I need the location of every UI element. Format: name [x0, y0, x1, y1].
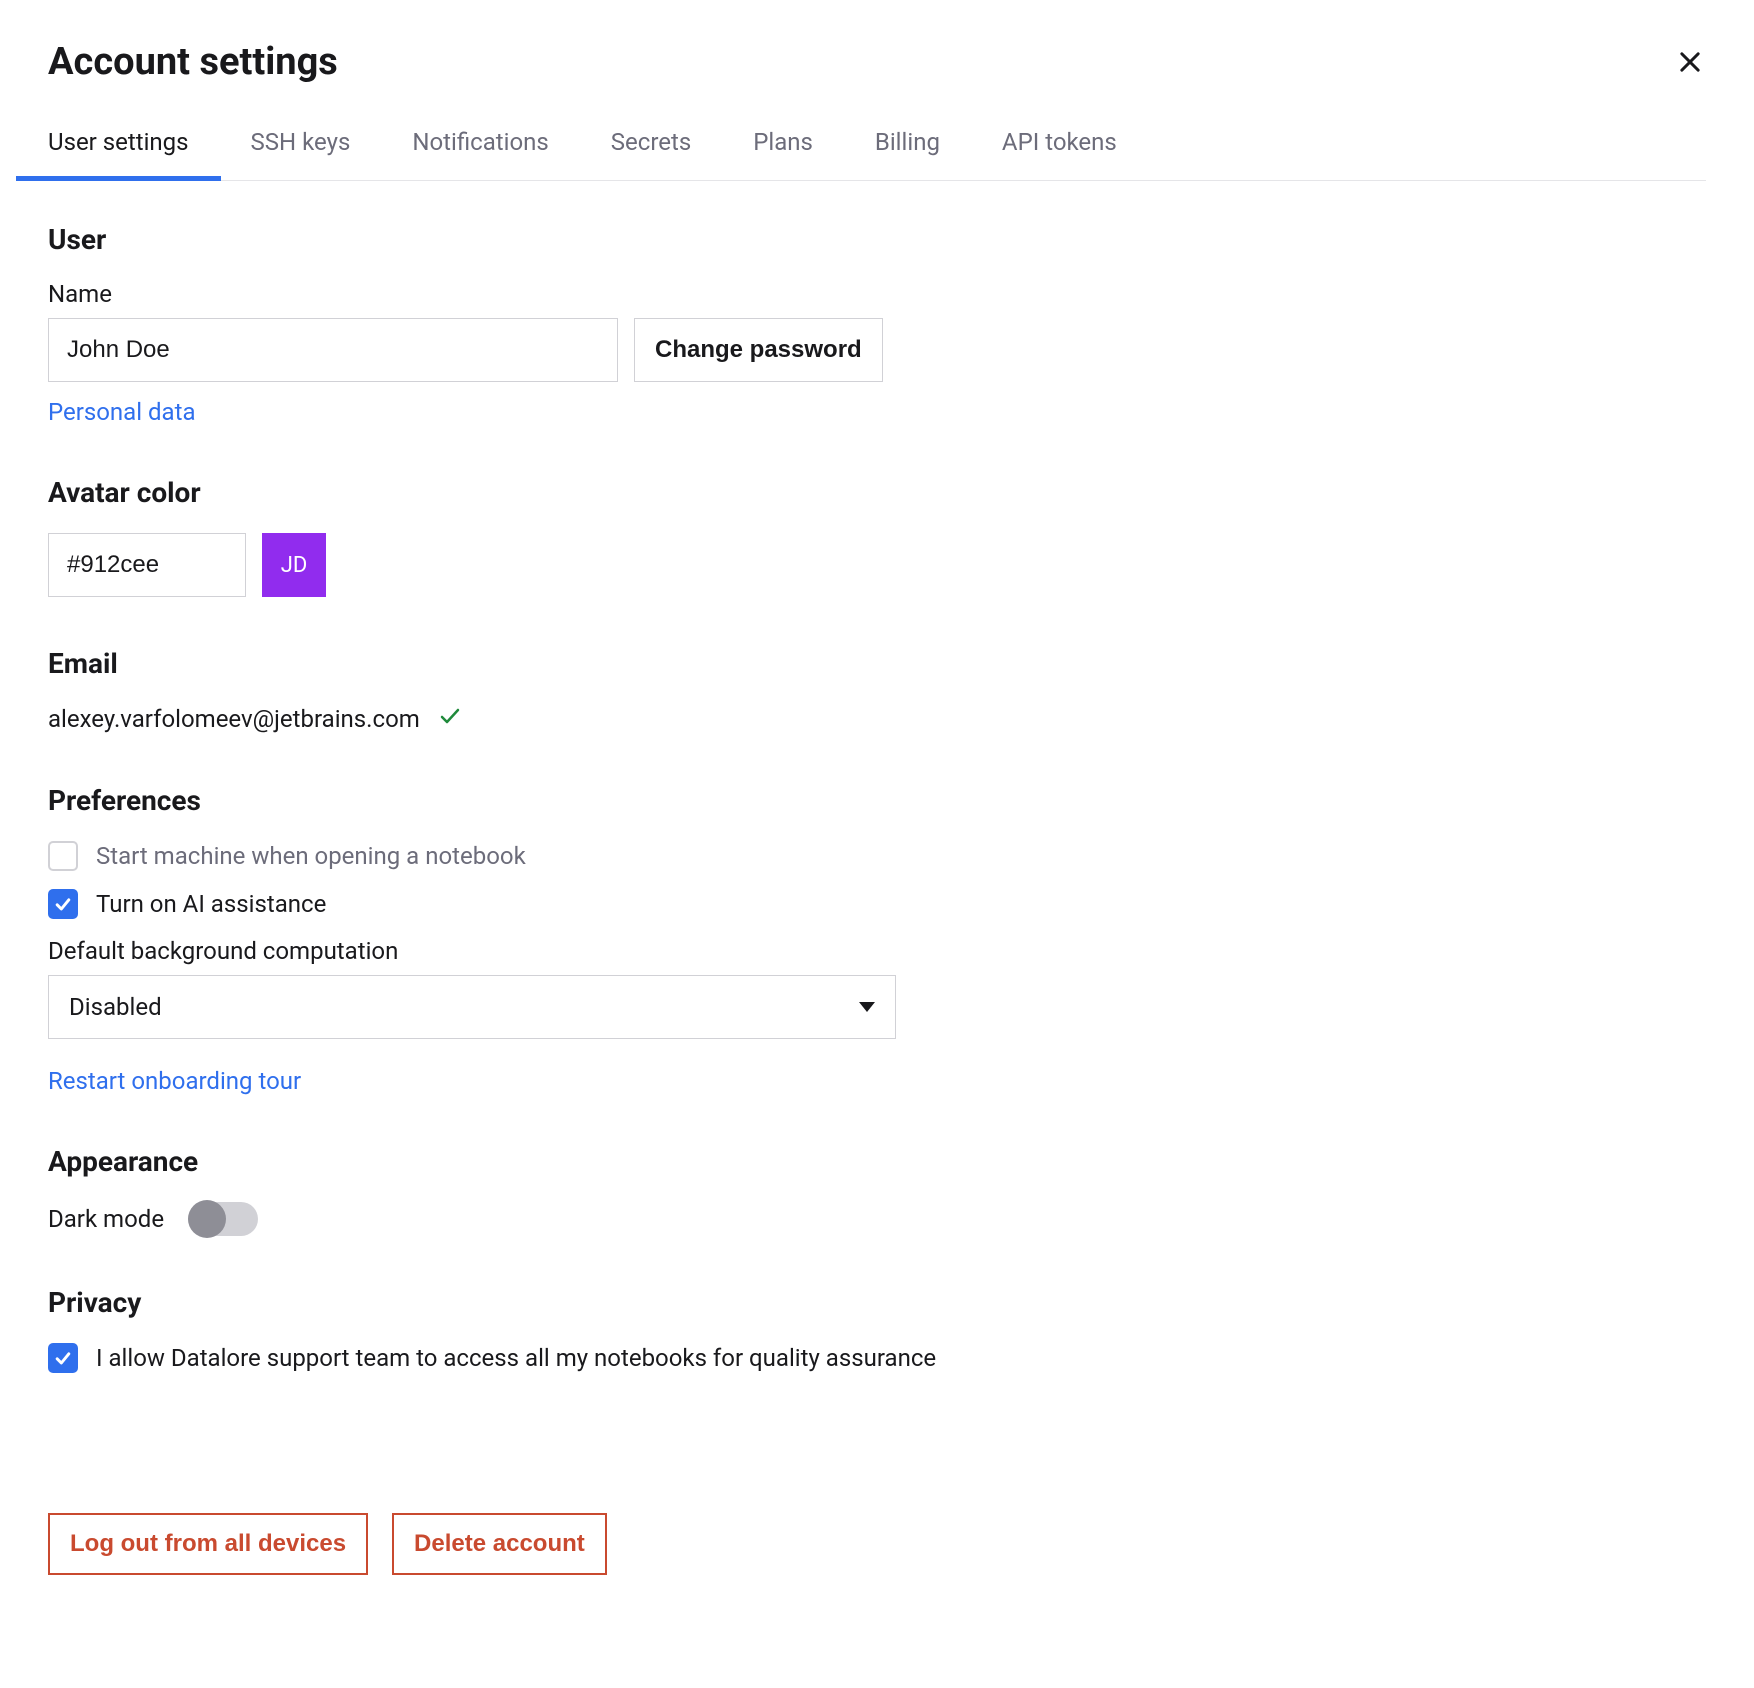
section-user: User Name Change password Personal data: [48, 223, 1706, 426]
verified-check-icon: [438, 704, 462, 734]
chevron-down-icon: [859, 1002, 875, 1012]
change-password-button[interactable]: Change password: [634, 318, 883, 382]
delete-account-button[interactable]: Delete account: [392, 1513, 607, 1575]
dark-mode-toggle[interactable]: [188, 1202, 258, 1236]
tab-user-settings[interactable]: User settings: [48, 128, 189, 180]
heading-user: User: [48, 223, 1706, 256]
close-icon: [1676, 48, 1704, 76]
name-label: Name: [48, 280, 1706, 308]
danger-actions: Log out from all devices Delete account: [48, 1513, 1706, 1575]
name-input[interactable]: [48, 318, 618, 382]
bg-comp-value: Disabled: [69, 993, 162, 1021]
tab-api-tokens[interactable]: API tokens: [1002, 128, 1117, 180]
personal-data-link[interactable]: Personal data: [48, 398, 196, 426]
avatar-preview: JD: [262, 533, 326, 597]
avatar-color-input[interactable]: [48, 533, 246, 597]
section-privacy: Privacy I allow Datalore support team to…: [48, 1286, 1706, 1373]
email-value: alexey.varfolomeev@jetbrains.com: [48, 705, 420, 733]
tab-billing[interactable]: Billing: [875, 128, 940, 180]
toggle-knob: [188, 1200, 226, 1238]
logout-all-button[interactable]: Log out from all devices: [48, 1513, 368, 1575]
section-appearance: Appearance Dark mode: [48, 1145, 1706, 1236]
section-preferences: Preferences Start machine when opening a…: [48, 784, 1706, 1095]
bg-comp-select[interactable]: Disabled: [48, 975, 896, 1039]
tab-notifications[interactable]: Notifications: [412, 128, 548, 180]
ai-assist-label: Turn on AI assistance: [96, 890, 326, 918]
allow-support-checkbox[interactable]: [48, 1343, 78, 1373]
dark-mode-label: Dark mode: [48, 1205, 164, 1233]
section-avatar: Avatar color JD: [48, 476, 1706, 597]
tab-secrets[interactable]: Secrets: [611, 128, 691, 180]
ai-assist-checkbox[interactable]: [48, 889, 78, 919]
tabs: User settings SSH keys Notifications Sec…: [48, 128, 1706, 181]
tab-plans[interactable]: Plans: [753, 128, 813, 180]
bg-comp-label: Default background computation: [48, 937, 1706, 965]
restart-tour-link[interactable]: Restart onboarding tour: [48, 1067, 301, 1095]
close-button[interactable]: [1674, 46, 1706, 78]
heading-avatar: Avatar color: [48, 476, 1706, 509]
heading-appearance: Appearance: [48, 1145, 1706, 1178]
tab-ssh-keys[interactable]: SSH keys: [251, 128, 351, 180]
allow-support-label: I allow Datalore support team to access …: [96, 1344, 936, 1372]
start-machine-label: Start machine when opening a notebook: [96, 842, 526, 870]
heading-preferences: Preferences: [48, 784, 1706, 817]
start-machine-checkbox[interactable]: [48, 841, 78, 871]
section-email: Email alexey.varfolomeev@jetbrains.com: [48, 647, 1706, 734]
heading-email: Email: [48, 647, 1706, 680]
page-title: Account settings: [48, 40, 338, 84]
heading-privacy: Privacy: [48, 1286, 1706, 1319]
